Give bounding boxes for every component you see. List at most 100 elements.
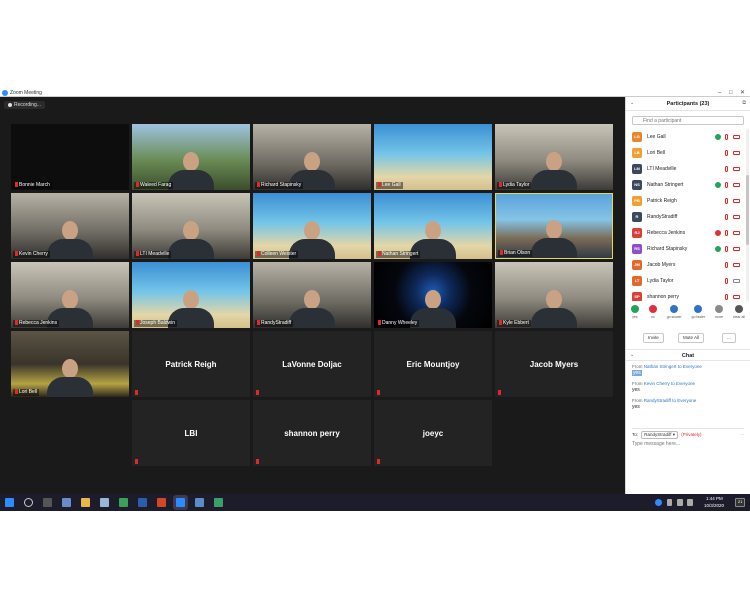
invite-button[interactable]: Invite [643,333,664,343]
recipient-select[interactable]: RandyStradiff ▾ [641,431,678,439]
video-camera-icon[interactable] [733,167,740,171]
name-only-tile[interactable]: Jacob Myers [495,331,613,397]
muted-mic-icon[interactable] [725,294,728,300]
app-icon-1[interactable] [62,498,71,507]
reaction-clear-all-button[interactable]: clear all [733,305,745,327]
muted-mic-icon[interactable] [725,214,728,220]
participant-row[interactable]: R RandyStradiff [626,209,750,225]
message-text: yes [632,404,640,410]
network-icon[interactable] [667,499,672,506]
video-camera-icon[interactable] [733,263,740,267]
recording-indicator[interactable]: Recording... [4,101,45,109]
video-tile[interactable]: Colleen Weister [253,193,371,259]
reaction-go-slower-button[interactable]: go slower [667,305,682,327]
muted-mic-icon[interactable] [725,198,728,204]
video-camera-icon[interactable] [733,231,740,235]
tile-name-label: Rebecca Jenkins [13,320,60,327]
video-camera-icon[interactable] [733,295,740,299]
maximize-button[interactable]: □ [729,89,733,97]
clock-time[interactable]: 1:44 PM [706,496,723,501]
participant-row[interactable]: LM LTI Meadville [626,161,750,177]
video-tile[interactable]: Kyle Ebbert [495,262,613,328]
muted-mic-icon [135,459,138,464]
participant-scroll-thumb[interactable] [746,175,749,245]
video-tile[interactable]: Bonnie March [11,124,129,190]
video-tile[interactable]: Lee Gall [374,124,492,190]
video-tile[interactable]: LTI Meadville [132,193,250,259]
close-button[interactable]: ✕ [740,89,745,97]
video-tile[interactable]: Brian Olson [495,193,613,259]
video-tile[interactable]: RandyStradiff [253,262,371,328]
participant-search-input[interactable] [632,116,744,125]
zoom-tray-icon[interactable] [655,499,662,506]
participant-row[interactable]: RS Richard Stapinsky [626,241,750,257]
video-tile[interactable]: Richard Stapinsky [253,124,371,190]
muted-mic-icon[interactable] [725,166,728,172]
outlook-icon[interactable] [138,498,147,507]
muted-mic-icon[interactable] [725,246,728,252]
file-explorer-icon[interactable] [81,498,90,507]
chat-message-input[interactable] [632,439,744,449]
participant-row[interactable]: LT Lydia Taylor [626,273,750,289]
muted-mic-icon[interactable] [725,262,728,268]
video-tile[interactable]: Danny Wheeley [374,262,492,328]
mute-all-button[interactable]: Mute All [678,333,705,343]
volume-icon[interactable] [677,499,683,506]
video-tile[interactable]: Lori Bell [11,331,129,397]
name-only-tile[interactable]: LaVonne Doljac [253,331,371,397]
minimize-button[interactable]: – [718,89,721,97]
participant-row[interactable]: NS Nathan Stringert [626,177,750,193]
video-tile[interactable]: Rebecca Jenkins [11,262,129,328]
video-camera-icon[interactable] [733,215,740,219]
participant-list: LG Lee Gall LB Lori Bell LM LTI Meadville NS Na… [626,129,750,301]
zoom-taskbar-icon[interactable] [176,498,185,507]
participant-name: RandyStradiff [647,214,678,220]
participant-row[interactable]: JM Jacob Myers [626,257,750,273]
start-windows-icon[interactable] [5,498,14,507]
reaction-icon [648,305,657,313]
participant-actions: Invite Mute All ... [626,333,750,345]
task-view-icon[interactable] [43,498,52,507]
video-tile[interactable]: Kevin Cherry [11,193,129,259]
reaction-no-button[interactable]: no [648,305,657,327]
muted-mic-icon[interactable] [725,182,728,188]
muted-mic-icon[interactable] [725,134,728,140]
participant-row[interactable]: PR Patrick Reigh [626,193,750,209]
popout-icon[interactable]: ⧉ [742,100,746,106]
name-only-tile[interactable]: Patrick Reigh [132,331,250,397]
chat-more-button[interactable]: ... [740,431,744,436]
video-tile[interactable]: Joseph Baldwin [132,262,250,328]
chrome-icon[interactable] [119,498,128,507]
muted-mic-icon[interactable] [725,150,728,156]
participant-row[interactable]: RJ Rebecca Jenkins [626,225,750,241]
name-only-tile[interactable]: Eric Mountjoy [374,331,492,397]
reaction-yes-button[interactable]: yes [630,305,639,327]
participant-row[interactable]: SP shannon perry [626,289,750,301]
video-camera-icon[interactable] [733,247,740,251]
name-only-tile[interactable]: LBI [132,400,250,466]
video-camera-icon[interactable] [733,135,740,139]
reaction-go-faster-button[interactable]: go faster [692,305,705,327]
video-tile[interactable]: Waleed Farag [132,124,250,190]
more-options-button[interactable]: ... [722,333,736,343]
video-camera-icon[interactable] [733,183,740,187]
video-camera-icon[interactable] [733,151,740,155]
app-icon-4[interactable] [214,498,223,507]
video-camera-icon[interactable] [733,199,740,203]
participant-row[interactable]: LB Lori Bell [626,145,750,161]
clock-date[interactable]: 10/3/2020 [704,503,724,508]
video-tile[interactable]: Nathan Stringert [374,193,492,259]
battery-icon[interactable] [687,499,693,506]
muted-mic-icon[interactable] [725,278,728,284]
reaction-more-button[interactable]: more [715,305,724,327]
app-icon-2[interactable] [100,498,109,507]
participant-row[interactable]: LG Lee Gall [626,129,750,145]
search-taskbar-icon[interactable] [24,498,33,507]
muted-mic-icon[interactable] [725,230,728,236]
video-tile[interactable]: Lydia Taylor [495,124,613,190]
name-only-tile[interactable]: joeyc [374,400,492,466]
powerpoint-icon[interactable] [157,498,166,507]
app-icon-3[interactable] [195,498,204,507]
video-camera-icon[interactable] [733,279,740,283]
name-only-tile[interactable]: shannon perry [253,400,371,466]
